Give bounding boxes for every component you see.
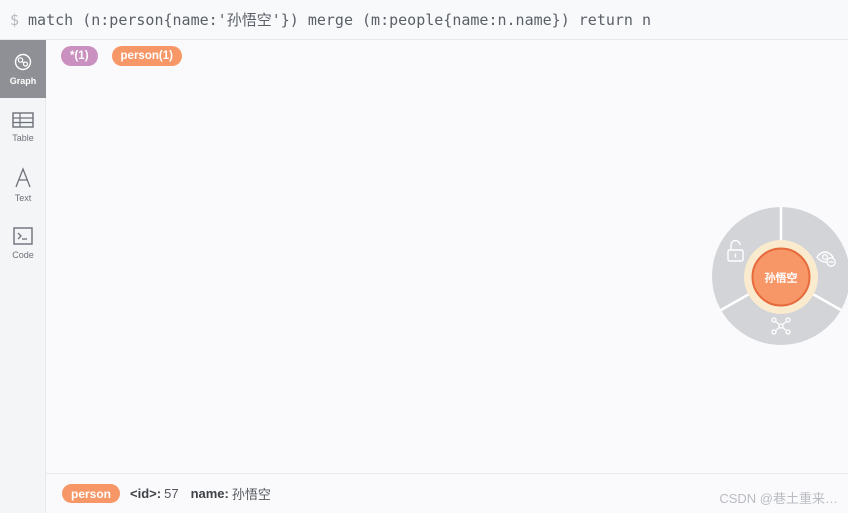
id-value: 57 <box>164 486 179 501</box>
graph-canvas[interactable]: *(1) person(1) 孙悟空 <box>46 40 848 473</box>
sidebar-item-graph[interactable]: Graph <box>0 40 46 98</box>
sidebar-item-label: Text <box>14 193 32 203</box>
sidebar-item-code[interactable]: Code <box>0 214 46 272</box>
text-icon <box>15 167 31 188</box>
sidebar-item-table[interactable]: Table <box>0 98 46 156</box>
name-value: 孙悟空 <box>231 487 271 502</box>
sidebar-item-label: Code <box>12 250 34 260</box>
watermark: CSDN @巷土重来… <box>719 491 838 506</box>
graph-icon <box>14 53 32 71</box>
id-key: <id>: <box>130 486 162 501</box>
sidebar-item-text[interactable]: Text <box>0 156 46 214</box>
node-context-ring: 孙悟空 <box>712 206 848 345</box>
query-editor[interactable]: $ match (n:person{name:'孙悟空'}) merge (m:… <box>0 0 848 40</box>
node-caption: 孙悟空 <box>765 271 798 285</box>
graph-node[interactable]: 孙悟空 <box>751 247 811 307</box>
query-prompt: $ <box>10 10 20 29</box>
sidebar-item-label: Table <box>12 133 34 143</box>
query-text: match (n:person{name:'孙悟空'}) merge (m:pe… <box>28 11 652 29</box>
code-icon <box>13 227 33 245</box>
name-key: name: <box>190 486 229 501</box>
sidebar-item-label: Graph <box>9 76 37 86</box>
table-icon <box>12 112 34 128</box>
view-mode-sidebar: Graph Table Text Code <box>0 40 46 513</box>
status-label-pill[interactable]: person <box>62 484 121 503</box>
